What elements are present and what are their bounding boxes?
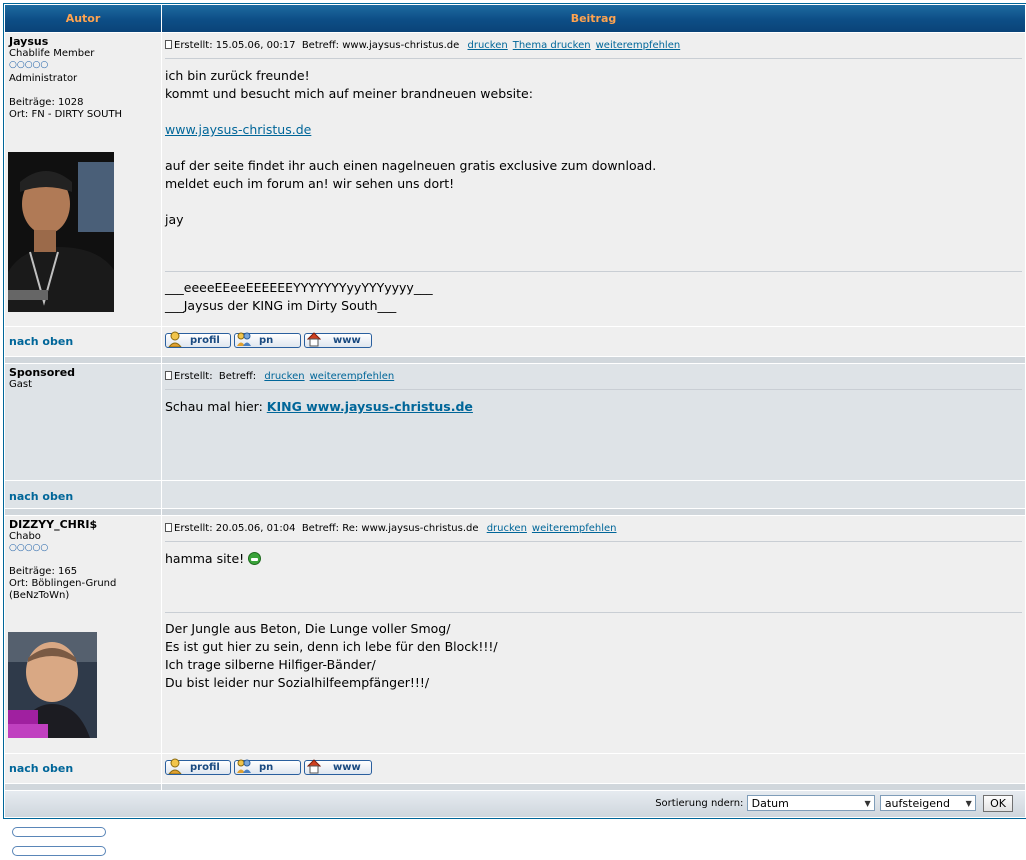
post-header: Erstellt: Betreff: drucken weiterempfehle…	[165, 364, 1022, 390]
post-column-header: Beitrag	[162, 5, 1025, 32]
website-button[interactable]: www	[304, 759, 372, 775]
author-role: Gast	[9, 379, 33, 390]
back-to-top-link[interactable]: nach oben	[5, 327, 161, 348]
post-date: Erstellt:	[174, 371, 213, 382]
signature-line: Ich trage silberne Hilfiger-Bänder/	[165, 657, 376, 672]
print-thread-link[interactable]: Thema drucken	[513, 40, 591, 51]
post-text-line: kommt und besucht mich auf meiner brandn…	[165, 86, 533, 101]
home-icon	[307, 332, 321, 347]
sort-row: Sortierung ndern: Datum ▼ aufsteigend ▼ OK	[5, 791, 1025, 817]
post-row: Jaysus Chablife Member ○○○○○ Administrat…	[5, 33, 1025, 326]
author-location: Ort: FN - DIRTY SOUTH	[9, 109, 123, 120]
author-rank: Chabo	[9, 531, 41, 542]
back-to-top-link[interactable]: nach oben	[5, 481, 161, 508]
rank-stars-icon: ○○○○○	[9, 60, 49, 70]
post-text-line: auf der seite findet ihr auch einen nage…	[165, 158, 657, 173]
post-subject: Betreff: Re: www.jaysus-christus.de	[301, 523, 479, 534]
post-icon	[165, 523, 172, 532]
pm-button[interactable]: pn	[234, 332, 301, 348]
post-footer-row: nach oben profil pn www	[5, 327, 1025, 356]
recommend-link[interactable]: weiterempfehlen	[596, 40, 681, 51]
signature-line: ___eeeeEEeeEEEEEEYYYYYYYyyYYYyyyy___	[165, 280, 433, 295]
author-name[interactable]: Jaysus	[9, 36, 159, 48]
post-row: DIZZYY_CHRI$ Chabo ○○○○○ Beiträge: 165 O…	[5, 516, 1025, 753]
sponsor-text: Schau mal hier:	[165, 399, 267, 414]
author-role: Administrator	[9, 73, 78, 84]
post-footer-row: nach oben profil pn www	[5, 754, 1025, 783]
profile-icon	[168, 331, 182, 347]
author-name[interactable]: DIZZYY_CHRI$	[9, 519, 159, 531]
author-post-count: Beiträge: 1028	[9, 97, 84, 108]
post-text-line: meldet euch im forum an! wir sehen uns d…	[165, 176, 455, 191]
sponsor-link[interactable]: KING www.jaysus-christus.de	[267, 399, 473, 414]
print-link[interactable]: drucken	[468, 40, 508, 51]
website-link[interactable]: www.jaysus-christus.de	[165, 122, 311, 137]
author-cell: Sponsored Gast	[5, 364, 161, 480]
post-header: Erstellt: 15.05.06, 00:17 Betreff: www.j…	[165, 33, 1022, 59]
author-column-header: Autor	[5, 5, 161, 32]
posts-table: Autor Beitrag Jaysus Chablife Member ○○○…	[4, 4, 1026, 818]
post-date: Erstellt: 20.05.06, 01:04	[174, 523, 296, 534]
chevron-down-icon: ▼	[864, 799, 871, 808]
print-link[interactable]: drucken	[264, 371, 304, 382]
profile-button[interactable]: profil	[165, 331, 231, 348]
signature: Der Jungle aus Beton, Die Lunge voller S…	[165, 612, 1022, 692]
post-cell: Erstellt: 15.05.06, 00:17 Betreff: www.j…	[162, 33, 1025, 326]
print-link[interactable]: drucken	[487, 523, 527, 534]
signature-line: ___Jaysus der KING im Dirty South___	[165, 298, 397, 313]
chevron-down-icon: ▼	[965, 799, 972, 808]
website-button[interactable]: www	[304, 332, 372, 348]
author-post-count: Beiträge: 165	[9, 566, 78, 577]
post-icon	[165, 40, 172, 49]
bottom-partial-buttons	[12, 822, 242, 856]
post-cell: Erstellt: Betreff: drucken weiterempfehle…	[162, 364, 1025, 480]
sort-field-select[interactable]: Datum ▼	[746, 795, 875, 811]
post-body: hamma site!	[165, 542, 1022, 612]
avatar	[8, 152, 114, 312]
ok-button[interactable]: OK	[983, 794, 1013, 812]
post-row: Sponsored Gast Erstellt: Betreff: drucke…	[5, 364, 1025, 480]
post-body: ich bin zurück freunde! kommt und besuch…	[165, 59, 1022, 271]
post-date: Erstellt: 15.05.06, 00:17	[174, 40, 296, 51]
rank-stars-icon: ○○○○○	[9, 543, 49, 553]
avatar	[8, 632, 97, 738]
post-text-line: jay	[165, 212, 184, 227]
post-buttons: profil pn www	[162, 327, 1025, 356]
post-subject: Betreff: www.jaysus-christus.de	[301, 40, 460, 51]
signature-line: Der Jungle aus Beton, Die Lunge voller S…	[165, 621, 451, 636]
post-cell: Erstellt: 20.05.06, 01:04 Betreff: Re: w…	[162, 516, 1025, 753]
back-to-top-link[interactable]: nach oben	[5, 754, 161, 775]
pm-icon	[237, 759, 251, 773]
author-cell: DIZZYY_CHRI$ Chabo ○○○○○ Beiträge: 165 O…	[5, 516, 161, 753]
grin-smiley-icon	[248, 552, 262, 565]
post-buttons: profil pn www	[162, 754, 1025, 783]
post-subject: Betreff:	[218, 371, 257, 382]
profile-icon	[168, 758, 182, 774]
pm-button[interactable]: pn	[234, 759, 301, 775]
forum-thread: Autor Beitrag Jaysus Chablife Member ○○○…	[3, 3, 1026, 819]
signature: ___eeeeEEeeEEEEEEYYYYYYYyyYYYyyyy___ ___…	[165, 271, 1022, 315]
author-rank: Chablife Member	[9, 48, 95, 59]
recommend-link[interactable]: weiterempfehlen	[532, 523, 617, 534]
pm-icon	[237, 332, 251, 346]
sort-label: Sortierung ndern:	[655, 798, 744, 809]
post-icon	[165, 371, 172, 380]
recommend-link[interactable]: weiterempfehlen	[310, 371, 395, 382]
author-cell: Jaysus Chablife Member ○○○○○ Administrat…	[5, 33, 161, 326]
post-text-line: hamma site!	[165, 551, 249, 566]
signature-line: Du bist leider nur Sozialhilfeempfänger!…	[165, 675, 430, 690]
author-name: Sponsored	[9, 366, 76, 379]
post-footer-row: nach oben	[5, 481, 1025, 508]
post-text-line: ich bin zurück freunde!	[165, 68, 310, 83]
author-location: Ort: Böblingen-Grund (BeNzToWn)	[9, 578, 117, 601]
profile-button[interactable]: profil	[165, 758, 231, 775]
sort-order-select[interactable]: aufsteigend ▼	[879, 795, 976, 811]
signature-line: Es ist gut hier zu sein, denn ich lebe f…	[165, 639, 498, 654]
home-icon	[307, 759, 321, 774]
sort-bar: Sortierung ndern: Datum ▼ aufsteigend ▼ OK	[5, 791, 1025, 817]
post-header: Erstellt: 20.05.06, 01:04 Betreff: Re: w…	[165, 516, 1022, 542]
post-body: Schau mal hier: KING www.jaysus-christus…	[165, 390, 1022, 416]
table-header-row: Autor Beitrag	[5, 5, 1025, 32]
